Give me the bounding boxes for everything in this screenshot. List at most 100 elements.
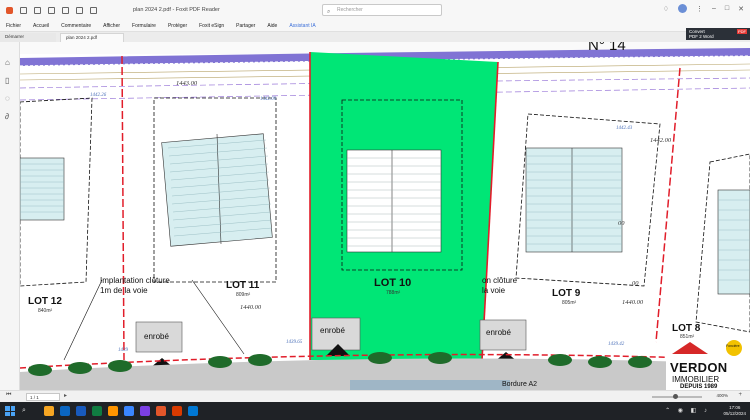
fence-leader-line — [63, 279, 103, 361]
teams-icon[interactable] — [140, 406, 150, 416]
house-lot-9 — [525, 147, 623, 253]
comments-icon[interactable]: ◌ — [5, 88, 14, 103]
redo-icon[interactable] — [90, 6, 97, 14]
status-bar: ⏮ 1 / 1 ▸ 400% + — [0, 390, 750, 402]
elevation-label: 00 — [618, 220, 625, 227]
window-controls: ♢ ⋮ – □ ✕ — [663, 4, 744, 13]
lot-8-label: LOT 8 — [672, 323, 701, 334]
elevation-label: 1442.26 — [90, 93, 107, 98]
elevation-label: 1442.43 — [616, 126, 633, 131]
lot-10-area: 788m² — [386, 290, 401, 296]
outlook-icon[interactable] — [60, 406, 70, 416]
menu-foxit-esign[interactable]: Foxit eSign — [199, 23, 224, 29]
verdon-brand-name: VERDON — [670, 360, 728, 375]
tab-plan-2024[interactable]: plan 2024 2.pdf — [60, 33, 124, 42]
foxit-logo-icon — [6, 6, 13, 14]
menu-bar: Fichier Accueil Commentaire Afficher For… — [0, 20, 750, 32]
open-file-icon[interactable] — [20, 6, 27, 14]
lot-9-label: LOT 9 — [552, 288, 581, 299]
avatar[interactable] — [677, 4, 687, 13]
tab-bar: Démarrer plan 2024 2.pdf — [0, 32, 750, 42]
search-placeholder: Rechercher — [337, 7, 363, 13]
elevation-label: 1439 — [118, 348, 128, 353]
print-icon[interactable] — [48, 6, 55, 14]
menu-fichier[interactable]: Fichier — [6, 23, 21, 29]
menu-proteger[interactable]: Protéger — [168, 23, 187, 29]
first-page-icon[interactable]: ⏮ — [6, 392, 11, 399]
windows-taskbar: ⌕ ⌃ ◉ ◧ ♪ 17:06 05/12/2024 — [0, 402, 750, 420]
verdon-brand-sub: IMMOBILIER — [672, 375, 720, 384]
enrobe-label: enrobé — [320, 326, 345, 335]
search-input[interactable]: ⌕ Rechercher — [322, 4, 442, 16]
bell-icon[interactable]: ♢ — [663, 5, 669, 13]
zoom-level[interactable]: 400% — [716, 393, 728, 398]
bookmark-icon[interactable]: ⌂ — [5, 52, 14, 67]
mail-icon[interactable] — [62, 6, 69, 14]
lot-boundary — [121, 55, 125, 361]
enrobe-label: enrobé — [144, 332, 169, 341]
convert-pdf-2-word-badge[interactable]: Convert PDF 2 Word PDF — [686, 28, 750, 40]
site-plan-drawing: N° 14 — [20, 42, 750, 390]
clock[interactable]: 17:06 05/12/2024 — [723, 405, 746, 417]
window-title: plan 2024 2.pdf - Foxit PDF Reader — [133, 7, 220, 13]
fence-note-left-line1: Implantation clôture — [100, 276, 170, 285]
elevation-label: 1439.65 — [286, 340, 303, 345]
elevation-label: 1443.00 — [176, 80, 198, 87]
pages-icon[interactable]: ▯ — [5, 70, 14, 85]
undo-icon[interactable] — [76, 6, 83, 14]
powerpoint-icon[interactable] — [172, 406, 182, 416]
search-icon: ⌕ — [327, 9, 331, 15]
close-icon[interactable]: ✕ — [738, 5, 744, 13]
windows-start-icon[interactable] — [5, 406, 15, 416]
elevation-label: 1442.00 — [650, 137, 672, 144]
page-number-input[interactable]: 1 / 1 — [26, 393, 60, 401]
tab-demarrer[interactable]: Démarrer — [0, 33, 56, 42]
title-bar: plan 2024 2.pdf - Foxit PDF Reader ⌕ Rec… — [0, 0, 750, 20]
explorer-icon[interactable] — [188, 406, 198, 416]
convert-line2: PDF 2 Word — [689, 34, 714, 39]
fence-note-right-line2: la voie — [482, 286, 506, 295]
lot-10-label: LOT 10 — [374, 277, 412, 289]
excel-icon[interactable] — [92, 406, 102, 416]
save-icon[interactable] — [34, 6, 41, 14]
attachment-icon[interactable]: ∂ — [5, 106, 14, 121]
maximize-icon[interactable]: □ — [725, 5, 729, 12]
more-icon[interactable]: ⋮ — [696, 5, 703, 13]
menu-aide[interactable]: Aide — [267, 23, 277, 29]
document-view[interactable]: N° 14 LOT 12 840m² LOT 11 809m² LOT 10 7… — [20, 42, 750, 390]
word-icon[interactable] — [76, 406, 86, 416]
street-number: N° 14 — [588, 42, 626, 54]
elevation-label: 1440.00 — [622, 299, 644, 306]
logo-fonciere-text: Foncière — [726, 344, 740, 348]
zoom-in-icon[interactable]: + — [738, 392, 742, 398]
menu-assistant-ia[interactable]: Assistant IA — [289, 23, 315, 29]
menu-accueil[interactable]: Accueil — [33, 23, 49, 29]
elevation-label: 00 — [632, 280, 639, 287]
enrobe-label: enrobé — [486, 328, 511, 337]
house-lot-8 — [717, 189, 750, 295]
firefox-icon[interactable] — [108, 406, 118, 416]
curb-bar — [350, 380, 510, 390]
edge-icon[interactable] — [124, 406, 134, 416]
minimize-icon[interactable]: – — [712, 5, 716, 12]
lot-11-area: 809m² — [236, 292, 251, 298]
system-tray-icons[interactable]: ⌃ ◉ ◧ ♪ — [665, 407, 710, 414]
menu-commentaire[interactable]: Commentaire — [61, 23, 91, 29]
zoom-slider-handle[interactable] — [673, 394, 678, 399]
clock-date: 05/12/2024 — [723, 411, 746, 416]
menu-afficher[interactable]: Afficher — [103, 23, 120, 29]
taskbar-search-icon[interactable]: ⌕ — [22, 406, 42, 416]
elevation-label: 1442.09 — [260, 97, 277, 102]
elevation-label: 1440.00 — [240, 304, 262, 311]
menu-formulaire[interactable]: Formulaire — [132, 23, 156, 29]
foxit-taskbar-icon[interactable] — [156, 406, 166, 416]
left-panel-toolbar: ⌂ ▯ ◌ ∂ — [0, 42, 20, 390]
sun-logo-icon — [726, 340, 742, 356]
house-lot-10 — [346, 149, 442, 253]
house-lot-12 — [20, 157, 65, 221]
next-page-icon[interactable]: ▸ — [64, 392, 67, 399]
menu-partager[interactable]: Partager — [236, 23, 255, 29]
quick-access-toolbar — [0, 6, 97, 14]
pdf-tag: PDF — [737, 29, 747, 34]
chrome-icon[interactable] — [44, 406, 54, 416]
